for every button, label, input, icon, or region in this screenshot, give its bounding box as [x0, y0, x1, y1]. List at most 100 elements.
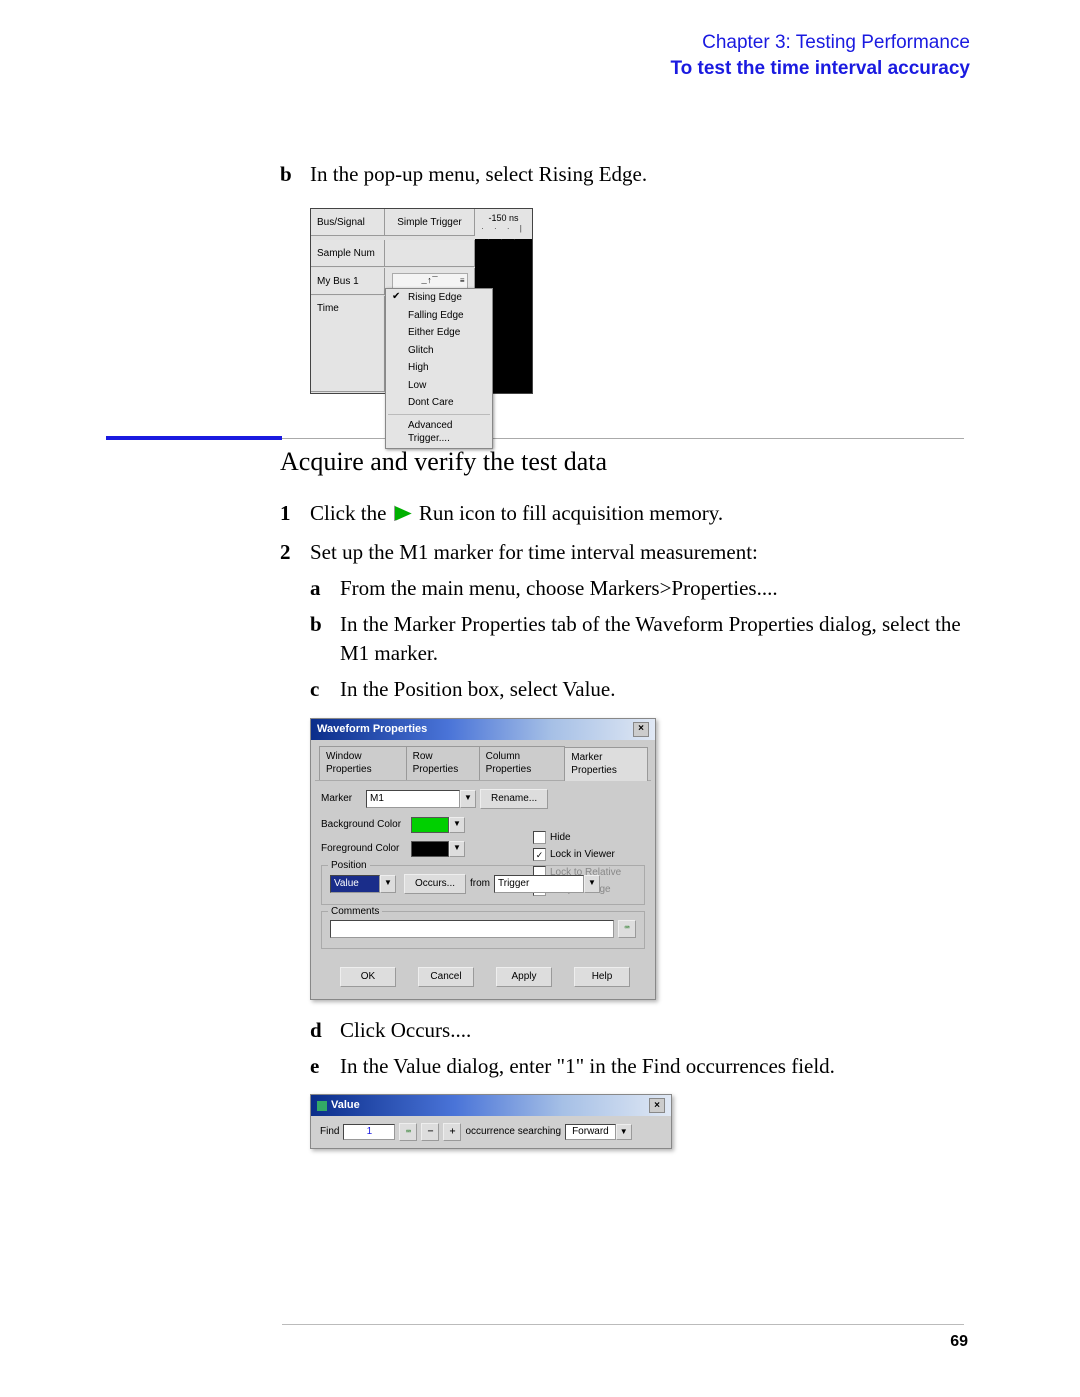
position-select[interactable]: Value ▼ [330, 875, 396, 893]
step-2-bullet: 2 [280, 538, 310, 566]
from-arrow[interactable]: ▼ [584, 875, 600, 893]
position-value: Value [330, 875, 380, 893]
from-value: Trigger [494, 875, 584, 893]
value-dialog: Value × Find 1 ⌨ − + occurrence searchin… [310, 1094, 672, 1149]
position-group: Position Value ▼ Occurs... from Trigger … [321, 865, 645, 905]
position-arrow[interactable]: ▼ [380, 875, 396, 893]
acquire-heading: Acquire and verify the test data [280, 444, 970, 479]
position-legend: Position [328, 859, 370, 873]
tab-marker-properties[interactable]: Marker Properties [564, 747, 648, 781]
hide-checkbox[interactable]: Hide [533, 831, 621, 845]
help-button[interactable]: Help [574, 967, 630, 987]
col-simple-trigger: Simple Trigger [385, 209, 475, 236]
bg-color-swatch [411, 817, 449, 833]
step-2b-text: In the Marker Properties tab of the Wave… [340, 610, 970, 667]
dialog-footer: OK Cancel Apply Help [311, 957, 655, 999]
step-2-text: Set up the M1 marker for time interval m… [310, 538, 970, 566]
trigger-popup-screenshot: Bus/Signal Simple Trigger -150 ns · · · … [310, 208, 533, 394]
fg-color-arrow[interactable]: ▼ [449, 841, 465, 857]
menu-glitch[interactable]: Glitch [386, 342, 492, 360]
menu-separator [388, 414, 490, 415]
step-2a-bullet: a [310, 574, 340, 602]
minus-button[interactable]: − [421, 1123, 439, 1141]
tab-window-properties[interactable]: Window Properties [319, 746, 407, 780]
step-2a-text: From the main menu, choose Markers>Prope… [340, 574, 970, 602]
menu-falling-edge[interactable]: Falling Edge [386, 307, 492, 325]
menu-either-edge[interactable]: Either Edge [386, 324, 492, 342]
page-header: Chapter 3: Testing Performance To test t… [120, 32, 970, 80]
occurs-button[interactable]: Occurs... [404, 874, 466, 894]
comments-legend: Comments [328, 905, 382, 919]
dialog-tabs: Window Properties Row Properties Column … [315, 742, 651, 781]
menu-high[interactable]: High [386, 359, 492, 377]
chapter-title: Chapter 3: Testing Performance [120, 32, 970, 54]
bg-color-select[interactable]: ▼ [411, 817, 465, 833]
direction-select[interactable]: Forward ▼ [565, 1124, 632, 1140]
rename-button[interactable]: Rename... [480, 789, 548, 809]
col-bus-signal: Bus/Signal [311, 209, 385, 236]
step-2d-text: Click Occurs.... [340, 1016, 970, 1044]
marker-select[interactable]: M1 ▼ [366, 790, 476, 808]
fg-color-select[interactable]: ▼ [411, 841, 465, 857]
menu-advanced-trigger[interactable]: Advanced Trigger.... [386, 417, 492, 448]
step-1-pre: Click the [310, 501, 386, 525]
value-dialog-title: Value [331, 1098, 360, 1113]
marker-label: Marker [321, 792, 366, 806]
value-dialog-titlebar: Value × [311, 1095, 671, 1116]
step-1-post: Run icon to fill acquisition memory. [419, 501, 723, 525]
comments-group: Comments ⌨ [321, 911, 645, 949]
step-2b-bullet: b [310, 610, 340, 638]
fg-color-label: Foreground Color [321, 842, 411, 856]
tab-column-properties[interactable]: Column Properties [479, 746, 566, 780]
bg-color-label: Background Color [321, 818, 411, 832]
menu-low[interactable]: Low [386, 377, 492, 395]
row-my-bus-1: My Bus 1 [311, 268, 385, 295]
comments-input[interactable] [330, 920, 614, 938]
menu-rising-edge[interactable]: Rising Edge [386, 289, 492, 307]
cancel-button[interactable]: Cancel [418, 967, 474, 987]
lock-viewer-checkbox[interactable]: ✓ Lock in Viewer [533, 848, 621, 862]
page-number: 69 [950, 1333, 968, 1351]
ok-button[interactable]: OK [340, 967, 396, 987]
step-2e-text: In the Value dialog, enter "1" in the Fi… [340, 1052, 970, 1080]
hide-checkbox-label: Hide [550, 831, 571, 845]
step-2c-text: In the Position box, select Value. [340, 675, 970, 703]
step-1-text: Click the Run icon to fill acquisition m… [310, 499, 970, 527]
marker-dropdown-arrow[interactable]: ▼ [460, 790, 476, 808]
close-icon[interactable]: × [633, 722, 649, 737]
plus-button[interactable]: + [443, 1123, 461, 1141]
keypad-button[interactable]: ⌨ [399, 1123, 417, 1141]
step-2c-bullet: c [310, 675, 340, 703]
footer-rule [282, 1324, 964, 1325]
run-icon [394, 505, 412, 521]
menu-dont-care[interactable]: Dont Care [386, 394, 492, 412]
tab-row-properties[interactable]: Row Properties [406, 746, 480, 780]
bg-color-arrow[interactable]: ▼ [449, 817, 465, 833]
hide-checkbox-box[interactable] [533, 831, 546, 844]
occurrence-label: occurrence searching [465, 1125, 561, 1139]
time-head-label: -150 ns [475, 212, 532, 224]
marker-value: M1 [366, 790, 460, 808]
step-bullet-b: b [280, 160, 310, 188]
find-label: Find [320, 1125, 339, 1139]
section-divider-blue [106, 436, 282, 440]
from-select[interactable]: Trigger ▼ [494, 875, 600, 893]
dialog-titlebar: Waveform Properties × [311, 719, 655, 740]
trigger-menu[interactable]: Rising Edge Falling Edge Either Edge Gli… [385, 288, 493, 449]
value-title-icon: Value [317, 1098, 360, 1113]
trigger-symbol-dropdown[interactable]: _↑‾ ≡ [392, 273, 468, 290]
from-label: from [470, 877, 490, 891]
lock-viewer-label: Lock in Viewer [550, 848, 615, 862]
value-dialog-body: Find 1 ⌨ − + occurrence searching Forwar… [311, 1116, 671, 1148]
sample-wave-cell [475, 240, 532, 268]
row-time: Time [311, 296, 385, 392]
comments-keypad-button[interactable]: ⌨ [618, 920, 636, 938]
value-close-icon[interactable]: × [649, 1098, 665, 1113]
apply-button[interactable]: Apply [496, 967, 552, 987]
lock-viewer-box[interactable]: ✓ [533, 848, 546, 861]
step-2e-bullet: e [310, 1052, 340, 1080]
direction-value: Forward [565, 1124, 616, 1140]
direction-arrow[interactable]: ▼ [616, 1124, 632, 1140]
find-input[interactable]: 1 [343, 1124, 395, 1140]
step-1-bullet: 1 [280, 499, 310, 527]
